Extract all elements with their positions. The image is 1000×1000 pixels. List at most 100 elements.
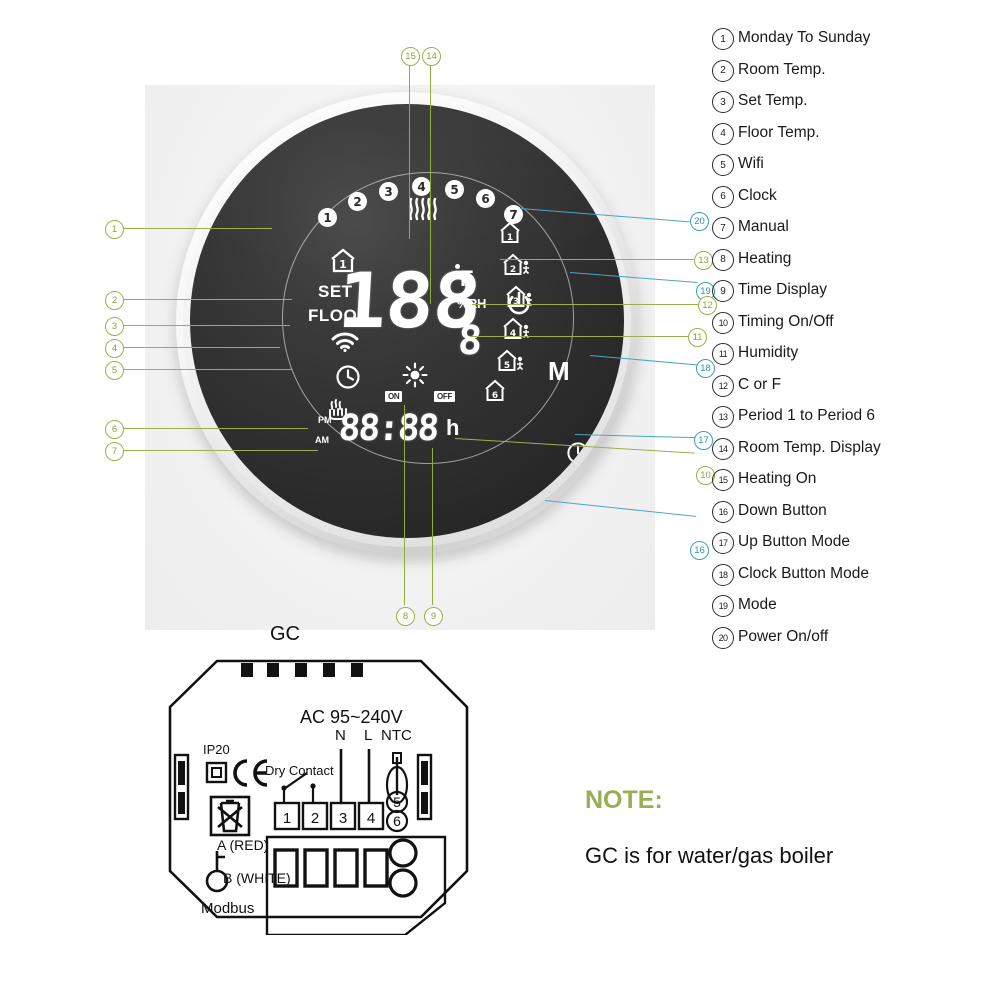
period-icon-4: 4 <box>503 317 530 339</box>
day-indicator-2: 2 <box>348 192 367 211</box>
legend-item-1: 1 Monday To Sunday <box>712 28 997 50</box>
legend-list: 1 Monday To Sunday 2 Room Temp. 3 Set Temp.… <box>712 28 997 658</box>
svg-text:2: 2 <box>510 265 516 275</box>
clock-hour-suffix: h <box>446 415 460 440</box>
clock-icon <box>336 365 360 389</box>
legend-label: C or F <box>738 375 782 393</box>
legend-number: 4 <box>712 122 734 145</box>
legend-number: 9 <box>712 280 734 302</box>
clock-value: 88:88 <box>337 408 439 449</box>
svg-text:6: 6 <box>393 813 401 829</box>
day-indicator-4: 4 <box>412 177 431 196</box>
lcd-display: 1 2 3 4 5 6 7 1 SET FLOOR 188 F %RH 8 1 … <box>282 172 572 462</box>
up-arrow-icon[interactable] <box>516 519 538 538</box>
dry-contact-label: Dry Contact <box>265 763 334 778</box>
period-icon-2: 2 <box>503 253 530 275</box>
legend-label: Room Temp. Display <box>738 438 881 456</box>
wiring-svg: 1 2 3 4 5 6 <box>168 659 469 937</box>
legend-label: Up Button Mode <box>738 533 851 550</box>
period-icon-6: 6 <box>485 379 505 401</box>
modbus-label: Modbus <box>201 900 255 917</box>
legend-label: Set Temp. <box>738 92 808 109</box>
legend-number: 15 <box>712 469 734 491</box>
legend-label: Room Temp. <box>738 60 826 78</box>
legend-label: Manual <box>738 218 789 235</box>
legend-label: Time Display <box>738 281 827 298</box>
legend-item-8: 8 Heating <box>712 248 997 271</box>
legend-item-14: 14 Room Temp. Display <box>712 437 997 460</box>
svg-text:4: 4 <box>510 329 516 339</box>
power-icon[interactable] <box>506 290 532 316</box>
svg-text:1: 1 <box>507 233 513 243</box>
callout-16: 16 <box>690 541 709 560</box>
am-label: AM <box>315 435 329 445</box>
day-indicator-6: 6 <box>476 189 495 208</box>
day-indicator-1: 1 <box>318 208 337 227</box>
decimal-digit: 8 <box>456 318 483 364</box>
callout-15: 15 <box>401 47 420 66</box>
callout-11: 11 <box>688 328 707 347</box>
legend-item-6: 6 Clock <box>712 185 997 208</box>
legend-number: 7 <box>712 217 734 239</box>
callout-3: 3 <box>105 317 124 336</box>
legend-item-11: 11 Humidity <box>712 343 997 365</box>
callout-1: 1 <box>105 220 124 239</box>
note-block: NOTE: GC is for water/gas boiler <box>585 786 833 869</box>
legend-item-12: 12 C or F <box>712 374 997 397</box>
legend-item-15: 15 Heating On <box>712 469 997 491</box>
legend-item-7: 7 Manual <box>712 217 997 239</box>
legend-number: 3 <box>712 91 734 113</box>
legend-number: 18 <box>712 563 734 586</box>
callout-14: 14 <box>422 47 441 66</box>
svg-text:6: 6 <box>492 391 498 401</box>
svg-text:2: 2 <box>311 810 319 827</box>
period-icon-5: 5 <box>497 349 524 371</box>
ip-rating-label: IP20 <box>203 742 230 757</box>
callout-20: 20 <box>690 212 709 231</box>
legend-number: 19 <box>712 595 734 617</box>
legend-label: Down Button <box>738 501 827 519</box>
legend-label: Timing On/Off <box>738 312 834 330</box>
svg-text:5: 5 <box>393 794 401 810</box>
terminal-n-label: N <box>335 727 346 744</box>
heat-wave-icon <box>409 197 437 221</box>
legend-item-10: 10 Timing On/Off <box>712 311 997 334</box>
legend-number: 1 <box>712 28 734 50</box>
thermostat-face[interactable]: 1 2 3 4 5 6 7 1 SET FLOOR 188 F %RH 8 1 … <box>190 104 624 538</box>
svg-text:4: 4 <box>367 810 375 827</box>
svg-text:1: 1 <box>283 810 291 827</box>
legend-item-19: 19 Mode <box>712 595 997 617</box>
legend-label: Heating On <box>738 470 817 487</box>
svg-text:5: 5 <box>504 361 510 371</box>
legend-label: Heating <box>738 249 792 267</box>
callout-5: 5 <box>105 361 124 380</box>
callout-2: 2 <box>105 291 124 310</box>
period-icon-1: 1 <box>500 221 520 243</box>
legend-item-9: 9 Time Display <box>712 280 997 302</box>
legend-number: 17 <box>712 532 734 554</box>
day-indicator-3: 3 <box>379 182 398 201</box>
mode-button[interactable]: M <box>548 356 570 387</box>
legend-number: 8 <box>712 248 734 271</box>
legend-number: 5 <box>712 154 734 176</box>
callout-7: 7 <box>105 442 124 461</box>
wiring-title: GC <box>270 623 300 645</box>
legend-item-16: 16 Down Button <box>712 500 997 523</box>
voltage-label: AC 95~240V <box>300 707 403 727</box>
note-body: GC is for water/gas boiler <box>585 843 834 868</box>
legend-number: 20 <box>712 626 734 649</box>
legend-label: Power On/off <box>738 627 829 645</box>
legend-number: 2 <box>712 59 734 82</box>
terminal-l-label: L <box>364 727 373 744</box>
note-heading: NOTE: <box>585 786 663 814</box>
legend-item-3: 3 Set Temp. <box>712 91 997 113</box>
day-indicator-5: 5 <box>445 180 464 199</box>
callout-17: 17 <box>694 431 713 450</box>
wiring-diagram: 1 2 3 4 5 6 GC AC 95~240V IP20 Dry Conta… <box>155 623 485 937</box>
temperature-unit: F <box>460 266 474 291</box>
legend-label: Floor Temp. <box>738 123 820 141</box>
legend-label: Monday To Sunday <box>738 29 871 46</box>
callout-4: 4 <box>105 339 124 358</box>
a-red-label: A (RED) <box>217 837 269 853</box>
legend-item-2: 2 Room Temp. <box>712 59 997 82</box>
